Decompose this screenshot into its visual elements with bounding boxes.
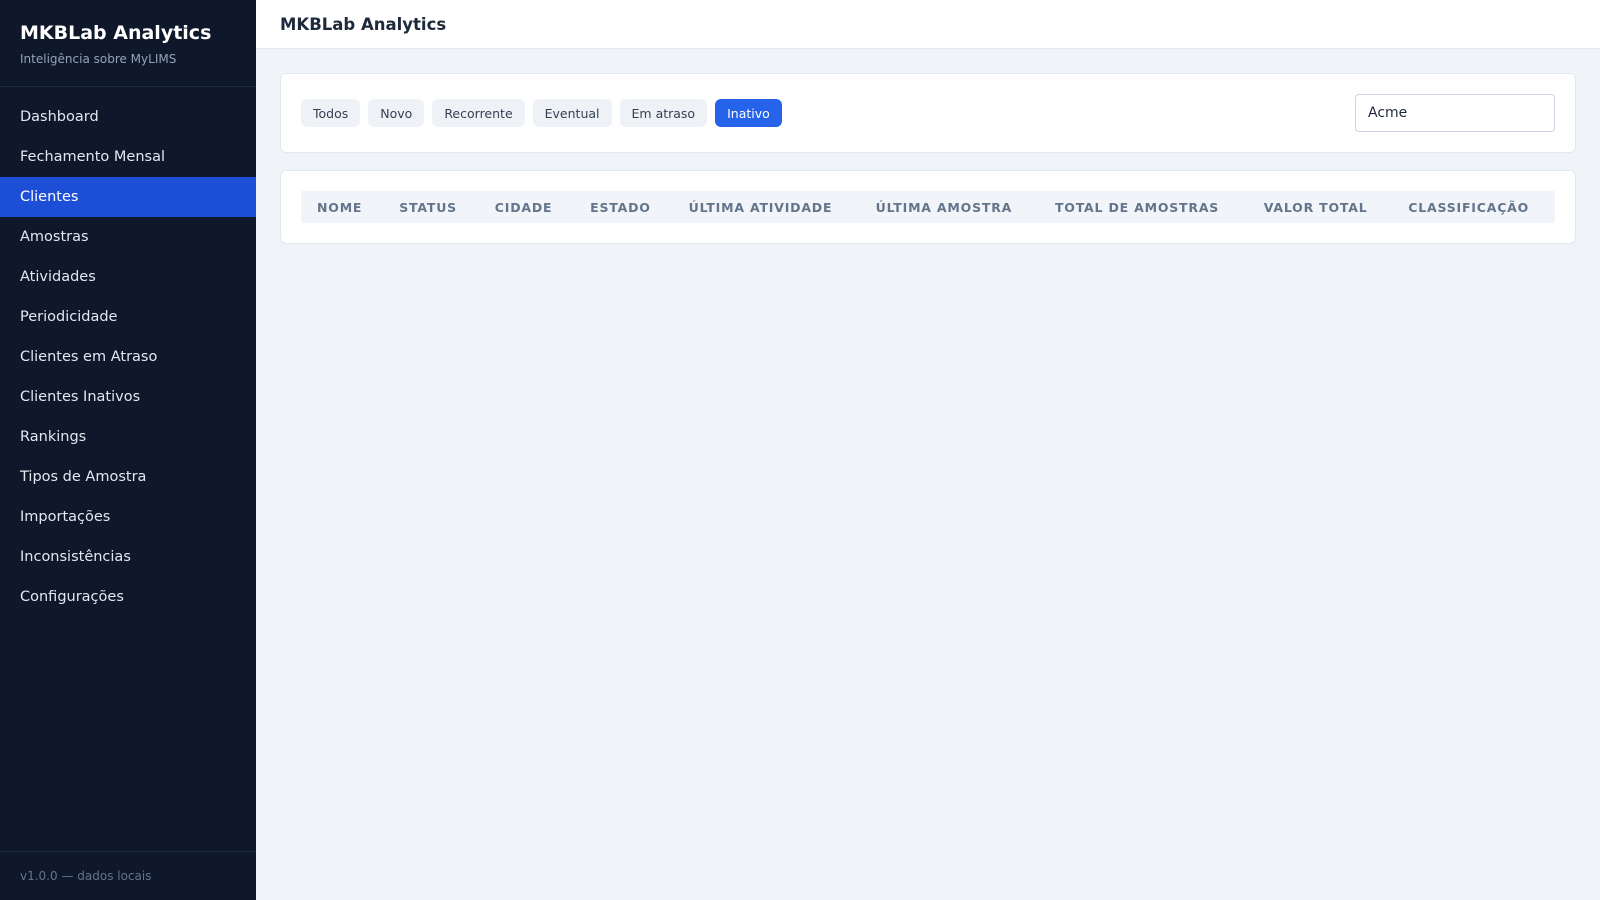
version-footer: v1.0.0 — dados locais <box>0 851 256 900</box>
column-header-ultima-atividade[interactable]: ÚLTIMA ATIVIDADE <box>673 191 860 223</box>
clients-table: NOME STATUS CIDADE ESTADO ÚLTIMA ATIVIDA… <box>301 191 1555 223</box>
column-header-ultima-amostra[interactable]: ÚLTIMA AMOSTRA <box>860 191 1039 223</box>
sidebar-item-fechamento-mensal[interactable]: Fechamento Mensal <box>0 137 256 177</box>
filter-chip-recorrente[interactable]: Recorrente <box>432 99 525 127</box>
sidebar-nav: Dashboard Fechamento Mensal Clientes Amo… <box>0 87 256 851</box>
filter-chip-eventual[interactable]: Eventual <box>532 99 612 127</box>
status-filter-chips: Todos Novo Recorrente Eventual Em atraso… <box>301 99 782 127</box>
sidebar-item-clientes-inativos[interactable]: Clientes Inativos <box>0 377 256 417</box>
table-header-row: NOME STATUS CIDADE ESTADO ÚLTIMA ATIVIDA… <box>301 191 1555 223</box>
content: Todos Novo Recorrente Eventual Em atraso… <box>256 49 1600 268</box>
brand-title: MKBLab Analytics <box>20 22 212 44</box>
sidebar-item-configuracoes[interactable]: Configurações <box>0 577 256 617</box>
brand-subtitle: Inteligência sobre MyLIMS <box>20 52 177 66</box>
column-header-classificacao[interactable]: CLASSIFICAÇÃO <box>1392 191 1555 223</box>
sidebar-item-clientes-em-atraso[interactable]: Clientes em Atraso <box>0 337 256 377</box>
filter-chip-novo[interactable]: Novo <box>368 99 425 127</box>
sidebar: MKBLab Analytics Inteligência sobre MyLI… <box>0 0 256 900</box>
column-header-valor-total[interactable]: VALOR TOTAL <box>1248 191 1393 223</box>
main-area: MKBLab Analytics Todos Novo Recorrente E… <box>256 0 1600 900</box>
sidebar-item-inconsistencias[interactable]: Inconsistências <box>0 537 256 577</box>
column-header-status[interactable]: STATUS <box>383 191 479 223</box>
sidebar-item-rankings[interactable]: Rankings <box>0 417 256 457</box>
sidebar-item-clientes[interactable]: Clientes <box>0 177 256 217</box>
page-title: MKBLab Analytics <box>256 0 1600 49</box>
filter-chip-todos[interactable]: Todos <box>301 99 361 127</box>
brand: MKBLab Analytics Inteligência sobre MyLI… <box>0 0 256 87</box>
sidebar-item-tipos-de-amostra[interactable]: Tipos de Amostra <box>0 457 256 497</box>
filter-chip-inativo[interactable]: Inativo <box>715 99 782 127</box>
filter-chip-em-atraso[interactable]: Em atraso <box>619 99 708 127</box>
sidebar-item-periodicidade[interactable]: Periodicidade <box>0 297 256 337</box>
filter-card: Todos Novo Recorrente Eventual Em atraso… <box>280 73 1576 153</box>
clients-table-card: NOME STATUS CIDADE ESTADO ÚLTIMA ATIVIDA… <box>280 170 1576 244</box>
search-input[interactable] <box>1355 94 1555 132</box>
column-header-nome[interactable]: NOME <box>301 191 383 223</box>
column-header-total-de-amostras[interactable]: TOTAL DE AMOSTRAS <box>1039 191 1248 223</box>
column-header-cidade[interactable]: CIDADE <box>479 191 574 223</box>
sidebar-item-atividades[interactable]: Atividades <box>0 257 256 297</box>
sidebar-item-importacoes[interactable]: Importações <box>0 497 256 537</box>
sidebar-item-dashboard[interactable]: Dashboard <box>0 97 256 137</box>
sidebar-item-amostras[interactable]: Amostras <box>0 217 256 257</box>
column-header-estado[interactable]: ESTADO <box>574 191 673 223</box>
